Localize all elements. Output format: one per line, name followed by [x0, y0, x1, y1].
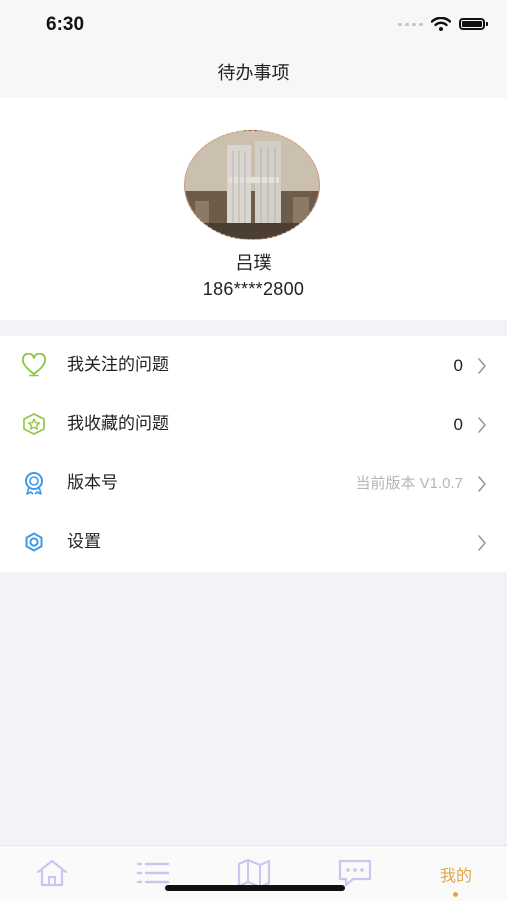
tab-map[interactable]	[234, 858, 274, 889]
chevron-right-icon	[478, 535, 486, 551]
menu-item-settings[interactable]: 设置	[0, 513, 507, 572]
tab-bar: 我的	[0, 845, 507, 901]
avatar[interactable]	[184, 130, 320, 240]
menu-item-count: 0	[453, 356, 463, 375]
menu-item-label: 我收藏的问题	[67, 414, 169, 434]
menu-item-label: 版本号	[67, 473, 118, 493]
tab-mine[interactable]: 我的	[436, 858, 476, 897]
star-badge-icon	[23, 413, 45, 435]
battery-icon	[459, 18, 488, 30]
menu-item-version[interactable]: 版本号 当前版本 V1.0.7	[0, 454, 507, 513]
user-phone: 186****2800	[202, 279, 305, 299]
chevron-right-icon	[478, 476, 486, 492]
tab-messages[interactable]	[335, 858, 375, 888]
tab-mine-label: 我的	[439, 866, 472, 885]
avatar-image	[185, 131, 319, 239]
award-ribbon-icon	[25, 472, 43, 495]
signal-icon	[398, 22, 423, 26]
heart-icon	[22, 353, 46, 377]
menu-item-label: 设置	[67, 532, 101, 552]
menu-item-favorite-questions[interactable]: 我收藏的问题 0	[0, 395, 507, 454]
profile-card: 吕璞 186****2800	[0, 98, 507, 320]
status-time: 6:30	[46, 14, 85, 35]
chevron-right-icon	[478, 417, 486, 433]
chat-icon	[338, 859, 372, 887]
status-bar: 6:30	[0, 0, 507, 52]
nav-bar: 待办事项	[0, 52, 507, 98]
page-title: 待办事项	[217, 63, 290, 84]
map-icon	[237, 858, 271, 889]
user-name: 吕璞	[235, 253, 272, 274]
tab-home[interactable]	[32, 858, 72, 888]
menu-item-count: 0	[453, 415, 463, 434]
active-tab-indicator	[453, 892, 458, 897]
menu-item-followed-questions[interactable]: 我关注的问题 0	[0, 336, 507, 395]
wifi-icon	[431, 17, 451, 31]
version-text: 当前版本 V1.0.7	[355, 475, 463, 492]
menu-list: 我关注的问题 0 我收藏的问题 0 版本号 当前版本 V1.0.7 设置	[0, 336, 507, 572]
gear-icon	[25, 532, 43, 552]
list-icon	[136, 862, 170, 884]
chevron-right-icon	[478, 358, 486, 374]
status-icons	[398, 17, 488, 31]
home-icon	[36, 859, 68, 887]
home-indicator	[165, 885, 345, 891]
menu-item-label: 我关注的问题	[67, 355, 169, 375]
tab-list[interactable]	[133, 858, 173, 888]
